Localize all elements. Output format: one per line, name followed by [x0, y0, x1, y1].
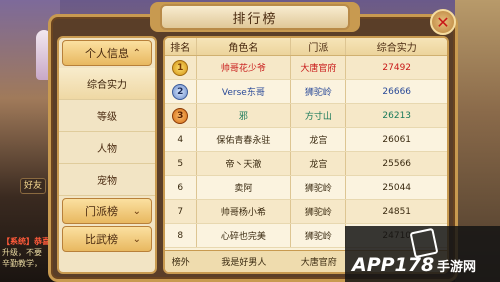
rank-medal-icon: 2	[172, 83, 189, 100]
chevron-up-icon: ⌃	[132, 47, 141, 59]
table-row[interactable]: 5 帝丶天澈 龙宫 25566	[165, 152, 447, 176]
category-arena-label: 比武榜	[85, 233, 118, 246]
rank-medal-icon: 1	[172, 59, 189, 76]
sidebar-item-label: 宠物	[97, 176, 117, 187]
header-rank: 排名	[165, 38, 197, 55]
table-row[interactable]: 4 保佑青春永驻 龙宫 26061	[165, 128, 447, 152]
sidebar-item-character[interactable]: 人物	[59, 132, 155, 164]
my-rank: 榜外	[171, 258, 190, 268]
chevron-down-icon: ⌄	[132, 233, 141, 245]
table-row[interactable]: 2 Verse东哥 狮驼岭 26666	[165, 80, 447, 104]
chat-line-2: 升级，不要	[2, 248, 42, 257]
row-power: 26213	[382, 110, 412, 121]
my-sect: 大唐官府	[300, 258, 337, 268]
row-sect: 狮驼岭	[291, 80, 347, 103]
sidebar-item-level[interactable]: 等级	[59, 100, 155, 132]
friends-tag[interactable]: 好友	[20, 178, 46, 194]
row-sect: 方寸山	[291, 104, 347, 127]
row-power: 25044	[382, 182, 412, 193]
header-power: 综合实力	[376, 43, 417, 54]
row-name: 心碎也完美	[197, 224, 292, 247]
category-personal-label: 个人信息	[85, 47, 129, 60]
row-rank: 7	[165, 200, 197, 223]
row-sect: 龙宫	[291, 128, 347, 151]
header-name: 角色名	[197, 38, 292, 55]
row-sect: 狮驼岭	[291, 200, 347, 223]
sidebar-item-overall-power[interactable]: 综合实力	[59, 68, 155, 100]
sidebar-item-label: 人物	[97, 144, 117, 155]
sidebar-item-label: 等级	[97, 112, 117, 123]
sidebar-item-label: 综合实力	[87, 80, 127, 91]
row-sect: 龙宫	[291, 152, 347, 175]
row-rank: 5	[165, 152, 197, 175]
category-sect[interactable]: 门派榜 ⌄	[62, 198, 152, 224]
category-sidebar: 个人信息 ⌃ 综合实力 等级 人物 宠物 门派榜 ⌄ 比武榜 ⌄	[57, 36, 157, 274]
panel-title: 排行榜	[160, 4, 350, 30]
table-row[interactable]: 7 帅哥杨小希 狮驼岭 24851	[165, 200, 447, 224]
row-name: 邪	[197, 104, 292, 127]
table-row[interactable]: 1 帅哥花少爷 大唐官府 27492	[165, 56, 447, 80]
row-rank: 3	[165, 104, 197, 127]
row-sect: 狮驼岭	[291, 224, 347, 247]
row-rank: 2	[165, 80, 197, 103]
row-power: 24851	[382, 206, 412, 217]
rank-medal-icon: 3	[172, 107, 189, 124]
close-button[interactable]: ✕	[430, 9, 456, 35]
category-sect-label: 门派榜	[85, 205, 118, 218]
row-sect: 狮驼岭	[291, 176, 347, 199]
row-rank: 6	[165, 176, 197, 199]
table-header: 排名 角色名 门派 综合实力	[165, 38, 447, 56]
row-name: 帝丶天澈	[197, 152, 292, 175]
row-rank: 8	[165, 224, 197, 247]
row-power: 27492	[382, 62, 412, 73]
chevron-down-icon: ⌄	[132, 205, 141, 217]
row-rank: 1	[165, 56, 197, 79]
row-name: 保佑青春永驻	[197, 128, 292, 151]
table-row[interactable]: 6 卖阿 狮驼岭 25044	[165, 176, 447, 200]
my-name: 我是好男人	[221, 258, 267, 268]
row-power: 26061	[382, 134, 412, 145]
table-body[interactable]: 1 帅哥花少爷 大唐官府 27492 2 Verse东哥 狮驼岭 26666 3 邪方寸山 2621…	[165, 56, 447, 252]
row-name: 卖阿	[197, 176, 292, 199]
row-sect: 大唐官府	[291, 56, 347, 79]
chat-line-3: 辛勤教学，	[2, 259, 42, 268]
sidebar-item-pet[interactable]: 宠物	[59, 164, 155, 196]
close-icon: ✕	[436, 12, 450, 32]
row-name: 帅哥杨小希	[197, 200, 292, 223]
category-personal[interactable]: 个人信息 ⌃	[62, 40, 152, 66]
row-name: Verse东哥	[197, 80, 292, 103]
chat-log: 【系统】恭喜 升级，不要 辛勤教学，	[2, 236, 50, 278]
header-sect: 门派	[291, 38, 347, 55]
watermark-site: 手游网	[437, 260, 477, 275]
watermark-brand: APP178	[352, 254, 435, 276]
row-name: 帅哥花少爷	[197, 56, 292, 79]
category-arena[interactable]: 比武榜 ⌄	[62, 226, 152, 252]
row-power: 26666	[382, 86, 412, 97]
table-row[interactable]: 3 邪方寸山 26213	[165, 104, 447, 128]
row-rank: 4	[165, 128, 197, 151]
row-power: 25566	[382, 158, 412, 169]
chat-line-1: 【系统】恭喜	[2, 237, 50, 246]
